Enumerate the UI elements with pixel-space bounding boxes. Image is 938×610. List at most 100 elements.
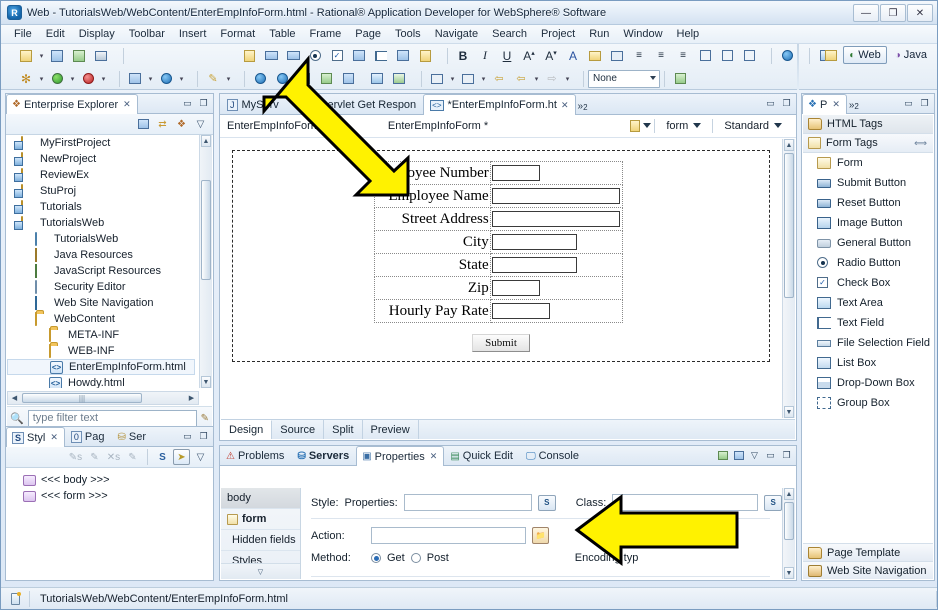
tree-item-enterempinfoform[interactable]: <> EnterEmpInfoForm.html <box>7 359 195 375</box>
tree-item-tutorialsweb[interactable]: TutorialsWeb <box>7 215 199 231</box>
scroll-thumb[interactable] <box>201 180 211 280</box>
clear-filter-icon[interactable]: ✎ <box>201 413 209 424</box>
apply-style-button[interactable] <box>670 69 690 88</box>
palette-item-file-selection-field[interactable]: File Selection Field <box>803 333 933 353</box>
menu-file[interactable]: File <box>7 26 39 42</box>
properties-item-form[interactable]: form <box>221 509 300 530</box>
tab-styles[interactable]: S Styl ✕ <box>6 427 65 447</box>
tree-item-howdy-html[interactable]: <> Howdy.html <box>7 375 199 388</box>
action-input[interactable] <box>371 527 526 544</box>
minimize-button[interactable]: — <box>853 4 879 22</box>
open-perspective-button[interactable] <box>821 46 841 64</box>
palette-section-html-tags[interactable]: HTML Tags <box>803 115 933 134</box>
mode-tab-preview[interactable]: Preview <box>363 420 419 439</box>
scroll-right-icon[interactable]: ▶ <box>185 392 198 404</box>
chevron-down-icon[interactable] <box>643 123 652 128</box>
tree-item-tutorialsweb-module[interactable]: TutorialsWeb <box>7 231 199 247</box>
palette-item-group-box[interactable]: Group Box <box>803 393 933 413</box>
scroll-up-icon[interactable]: ▲ <box>784 488 794 500</box>
save-button[interactable] <box>47 46 67 65</box>
insert-table-button[interactable] <box>427 69 447 88</box>
outline-item-body[interactable]: <<< body >>> <box>7 472 212 488</box>
new-style-dropdown-arrow[interactable]: ▾ <box>177 75 186 83</box>
palette-item-form[interactable]: Form <box>803 153 933 173</box>
view-menu-icon[interactable]: ▽ <box>192 116 209 132</box>
tab-servers[interactable]: ⛁ Servers <box>291 446 356 465</box>
input-employee-number[interactable] <box>491 165 540 181</box>
palette-section-form-tags[interactable]: Form Tags ⟺ <box>803 134 933 153</box>
insert-column-button[interactable]: ⇦ <box>489 69 509 88</box>
minimize-panel-icon[interactable]: ▭ <box>764 449 777 462</box>
palette-section-web-site-navigation[interactable]: Web Site Navigation <box>803 561 933 579</box>
decrease-font-button[interactable]: A▾ <box>541 46 561 65</box>
scroll-down-icon[interactable]: ▼ <box>201 376 211 388</box>
tab-quick-edit[interactable]: ▤ Quick Edit <box>444 446 520 465</box>
restore-button[interactable]: ❐ <box>880 4 906 22</box>
minimize-panel-icon[interactable]: ▭ <box>181 430 194 443</box>
menu-table[interactable]: Table <box>262 26 302 42</box>
font-color-button[interactable]: A <box>563 46 583 65</box>
tree-item-javascript-resources[interactable]: JavaScript Resources <box>7 263 199 279</box>
globe-button[interactable] <box>250 69 270 88</box>
menu-toolbar[interactable]: Toolbar <box>122 26 172 42</box>
restore-layout-icon[interactable] <box>716 449 729 462</box>
preview-in-browser-button[interactable] <box>777 46 797 65</box>
palette-item-text-field[interactable]: Text Field <box>803 313 933 333</box>
link-button[interactable] <box>389 69 409 88</box>
mode-tab-design[interactable]: Design <box>221 420 273 439</box>
explorer-vertical-scrollbar[interactable]: ▲ ▼ <box>199 135 212 388</box>
insert-text-area-icon[interactable] <box>349 46 369 65</box>
perspective-java[interactable]: ◑ Java <box>889 46 933 64</box>
increase-font-button[interactable]: A▴ <box>519 46 539 65</box>
maximize-panel-icon[interactable]: ❐ <box>780 97 793 110</box>
scroll-left-icon[interactable]: ◀ <box>8 392 21 404</box>
menu-page[interactable]: Page <box>348 26 388 42</box>
new-page-dropdown-arrow[interactable]: ▾ <box>146 75 155 83</box>
indent-button[interactable] <box>585 46 605 65</box>
edit-style-properties-icon[interactable]: S <box>537 494 556 511</box>
browse-action-icon[interactable]: 📁 <box>532 527 549 544</box>
menu-project[interactable]: Project <box>534 26 582 42</box>
scroll-down-icon[interactable]: ▼ <box>784 567 794 579</box>
view-menu-group-icon[interactable]: ❖ <box>173 116 190 132</box>
new-button[interactable] <box>16 46 36 65</box>
palette-section-page-template[interactable]: Page Template <box>803 543 933 561</box>
new-style-rule-icon[interactable]: ✎s <box>67 449 84 465</box>
insert-check-box-icon[interactable]: ✓ <box>327 46 347 65</box>
scroll-thumb[interactable] <box>784 153 794 298</box>
source-button[interactable] <box>338 69 358 88</box>
cell-align-top-button[interactable] <box>695 46 715 65</box>
new-style-button[interactable] <box>156 69 176 88</box>
tree-item-security-editor[interactable]: Security Editor <box>7 279 199 295</box>
pencil-button[interactable]: ✎ <box>203 69 223 88</box>
properties-item-body[interactable]: body <box>221 488 300 509</box>
pencil-dropdown-arrow[interactable]: ▾ <box>224 75 233 83</box>
palette-item-reset-button[interactable]: Reset Button <box>803 193 933 213</box>
forward-button[interactable]: ⇨ <box>542 69 562 88</box>
mode-tab-split[interactable]: Split <box>324 420 363 439</box>
palette-item-image-button[interactable]: Image Button <box>803 213 933 233</box>
tree-item-webcontent[interactable]: WebContent <box>7 311 199 327</box>
close-icon[interactable]: ✕ <box>430 451 438 462</box>
style-dropdown[interactable]: Standard <box>716 120 790 132</box>
menu-help[interactable]: Help <box>670 26 707 42</box>
tab-palette[interactable]: ❖ P ✕ <box>802 94 847 114</box>
properties-vertical-scrollbar[interactable]: ▲ ▼ <box>782 488 795 579</box>
new-page-button[interactable] <box>125 69 145 88</box>
run-dropdown-arrow[interactable]: ▾ <box>68 75 77 83</box>
align-right-button[interactable]: ≡ <box>673 46 693 65</box>
back-button[interactable]: ⇦ <box>511 69 531 88</box>
input-employee-name[interactable] <box>491 188 620 204</box>
palette-item-check-box[interactable]: ✓ Check Box <box>803 273 933 293</box>
properties-sidebar-more-icon[interactable]: ▽ <box>221 563 300 579</box>
close-icon[interactable]: ✕ <box>123 99 131 110</box>
tab-problems[interactable]: ⚠ Problems <box>220 446 291 465</box>
mode-tab-source[interactable]: Source <box>272 420 325 439</box>
link-with-editor-icon[interactable]: ⇄ <box>154 116 171 132</box>
filter-input[interactable]: type filter text <box>27 409 197 427</box>
maximize-panel-icon[interactable]: ❐ <box>918 97 931 110</box>
scroll-down-icon[interactable]: ▼ <box>784 406 794 418</box>
edit-style-icon[interactable]: ✎ <box>86 449 103 465</box>
page-properties-icon[interactable] <box>627 117 643 134</box>
input-city[interactable] <box>491 234 577 250</box>
